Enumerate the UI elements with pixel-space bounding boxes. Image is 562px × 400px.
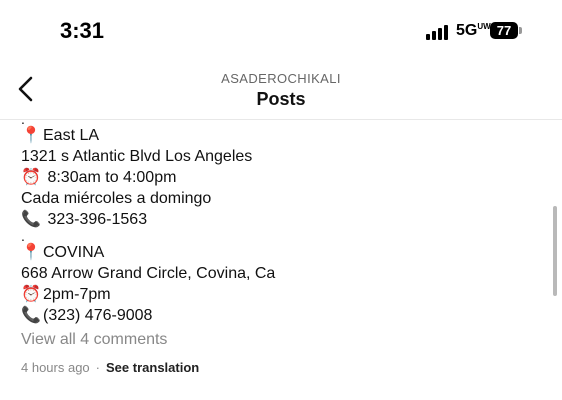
caption-text: 8:30am to 4:00pm [43,169,177,186]
battery-level: 77 [496,23,512,38]
account-username[interactable]: ASADEROCHIKALI [0,71,562,86]
phone-icon: 📞 [21,307,41,324]
scrollbar[interactable] [553,206,557,296]
post-meta: 4 hours ago · See translation [21,360,521,375]
caption-text: COVINA [43,244,105,261]
caption-text: 1321 s Atlantic Blvd Los Angeles [21,148,253,165]
post-time: 4 hours ago [21,360,90,375]
caption-text: Cada miércoles a domingo [21,190,212,207]
post-caption: . 📍 East LA 1321 s Atlantic Blvd Los Angele… [21,112,521,375]
alarm-clock-icon: ⏰ [21,286,41,303]
see-translation-link[interactable]: See translation [106,360,199,375]
caption-line: 📍 East LA [21,125,521,146]
caption-line: 668 Arrow Grand Circle, Covina, Ca [21,263,521,284]
caption-line: 📞 323-396-1563 [21,209,521,230]
caption-separator: . [21,229,521,243]
page-title: Posts [256,89,306,109]
location-pin-icon: 📍 [21,127,41,144]
signal-strength-icon [426,24,452,40]
caption-text: (323) 476-9008 [43,307,153,324]
caption-lines: . 📍 East LA 1321 s Atlantic Blvd Los Angele… [21,112,521,326]
network-sup: UW [477,22,491,31]
network-type: 5GUW [456,22,491,40]
caption-line: Cada miércoles a domingo [21,188,521,209]
battery-icon: 77 [490,22,522,39]
caption-text: 668 Arrow Grand Circle, Covina, Ca [21,265,276,282]
caption-text: East LA [43,127,100,144]
caption-text: 323-396-1563 [43,211,148,228]
view-comments-link[interactable]: View all 4 comments [21,331,521,349]
caption-text: 2pm-7pm [43,286,111,303]
status-bar: 3:31 5GUW 77 [0,0,562,62]
location-pin-icon: 📍 [21,244,41,261]
caption-line: ⏰ 8:30am to 4:00pm [21,167,521,188]
caption-line: ⏰ 2pm-7pm [21,284,521,305]
status-time: 3:31 [60,18,105,43]
caption-line: 📞 (323) 476-9008 [21,305,521,326]
phone-icon: 📞 [21,211,41,228]
meta-separator: · [95,360,101,375]
network-label: 5G [456,22,478,39]
alarm-clock-icon: ⏰ [21,169,41,186]
caption-line: 📍 COVINA [21,242,521,263]
caption-line: 1321 s Atlantic Blvd Los Angeles [21,146,521,167]
caption-separator: . [21,112,521,126]
nav-header: ASADEROCHIKALI Posts [0,62,562,120]
